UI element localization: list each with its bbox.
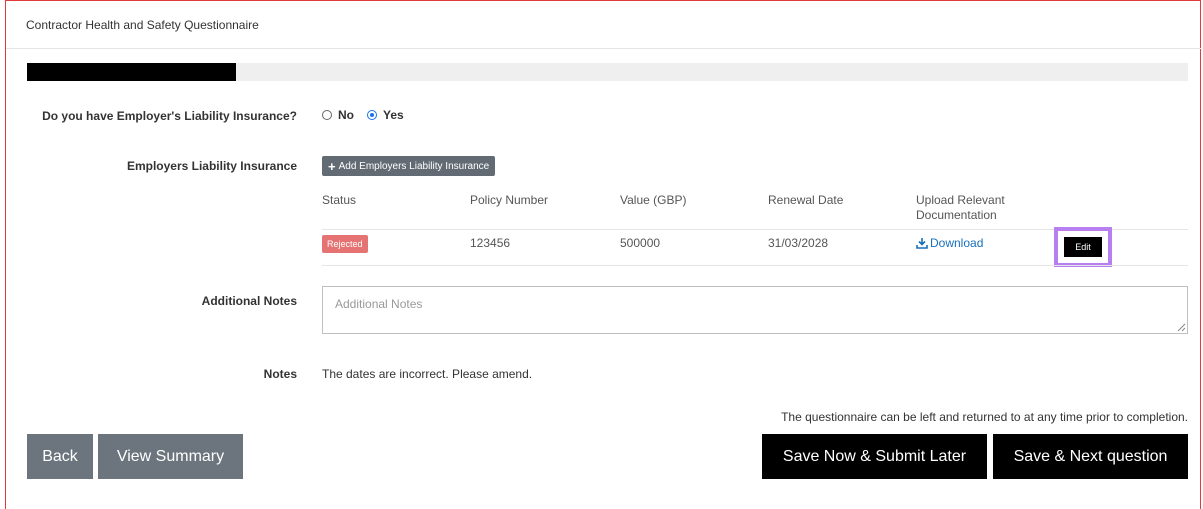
view-summary-button[interactable]: View Summary bbox=[98, 434, 243, 479]
save-now-submit-later-button[interactable]: Save Now & Submit Later bbox=[762, 434, 987, 479]
column-header-renewal-date: Renewal Date bbox=[768, 193, 844, 207]
employers-liability-label: Employers Liability Insurance bbox=[126, 159, 297, 173]
progress-bar-fill bbox=[27, 63, 236, 81]
save-next-question-button[interactable]: Save & Next question bbox=[993, 434, 1188, 479]
column-header-status: Status bbox=[322, 193, 357, 207]
add-employers-liability-button[interactable]: + Add Employers Liability Insurance bbox=[322, 156, 496, 176]
radio-option-yes[interactable]: Yes bbox=[367, 108, 404, 122]
notes-label: Notes bbox=[263, 367, 297, 381]
page-title: Contractor Health and Safety Questionnai… bbox=[26, 18, 259, 32]
status-badge: Rejected bbox=[322, 235, 368, 253]
notes-text: The dates are incorrect. Please amend. bbox=[322, 367, 533, 381]
value-cell: 500000 bbox=[620, 236, 661, 250]
download-icon bbox=[916, 238, 928, 249]
renewal-date-cell: 31/03/2028 bbox=[768, 236, 829, 250]
additional-notes-input[interactable] bbox=[322, 286, 1188, 334]
plus-icon: + bbox=[328, 158, 336, 174]
back-button[interactable]: Back bbox=[27, 434, 93, 479]
download-link[interactable]: Download bbox=[916, 236, 983, 250]
column-header-upload: Upload Relevant Documentation bbox=[916, 193, 1005, 222]
insurance-question-label: Do you have Employer's Liability Insuran… bbox=[42, 109, 297, 123]
radio-option-no[interactable]: No bbox=[322, 108, 354, 122]
radio-no-label: No bbox=[338, 108, 354, 122]
additional-notes-label: Additional Notes bbox=[201, 294, 297, 308]
page-header: Contractor Health and Safety Questionnai… bbox=[6, 1, 1201, 49]
download-label: Download bbox=[930, 236, 984, 250]
table-divider bbox=[322, 265, 1188, 266]
resize-grip-icon[interactable] bbox=[1176, 322, 1186, 332]
progress-bar bbox=[27, 63, 1188, 81]
radio-yes-label: Yes bbox=[383, 108, 404, 122]
edit-highlight: Edit bbox=[1054, 227, 1112, 267]
column-header-value: Value (GBP) bbox=[620, 193, 687, 207]
radio-yes[interactable] bbox=[367, 110, 377, 120]
completion-message: The questionnaire can be left and return… bbox=[781, 410, 1188, 424]
radio-no[interactable] bbox=[322, 110, 332, 120]
policy-number-cell: 123456 bbox=[470, 236, 511, 250]
insurance-radio-group: No Yes bbox=[322, 108, 417, 122]
column-header-policy-number: Policy Number bbox=[470, 193, 549, 207]
edit-button[interactable]: Edit bbox=[1064, 237, 1102, 257]
add-button-label: Add Employers Liability Insurance bbox=[338, 160, 490, 172]
